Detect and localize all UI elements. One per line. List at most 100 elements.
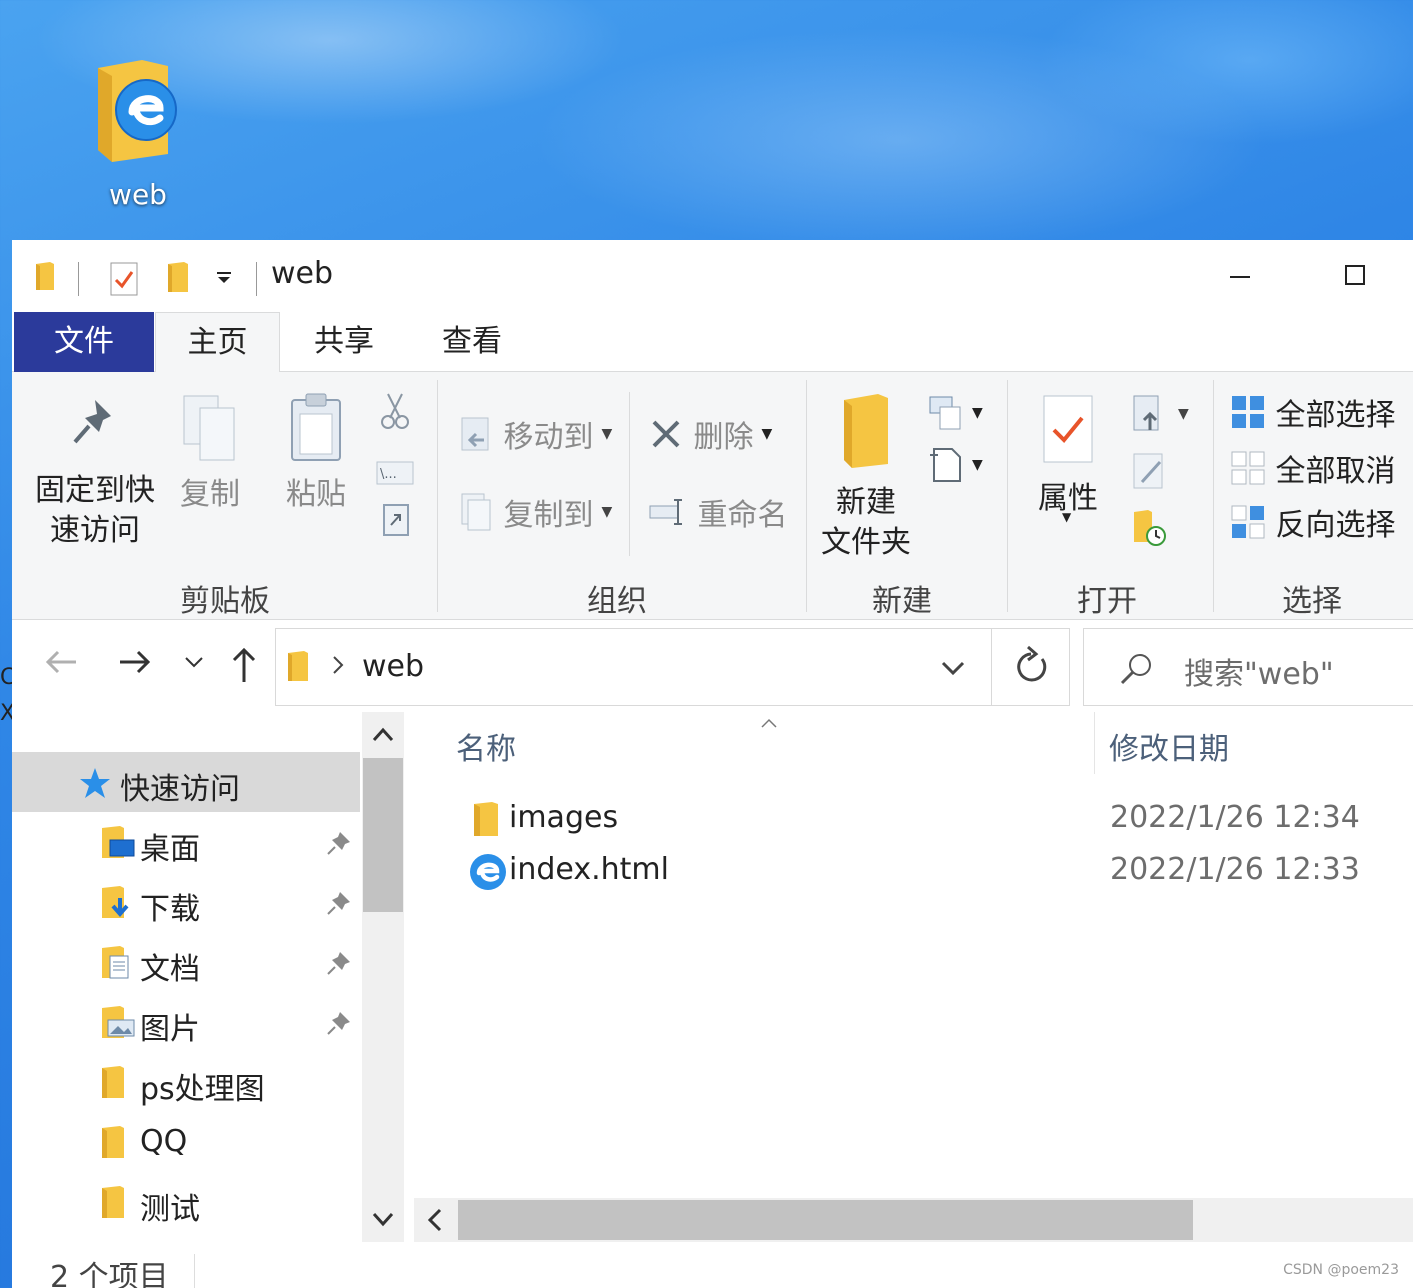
pin-to-quick-access-button[interactable]: 固定到快 速访问: [30, 392, 160, 551]
paste-shortcut-button[interactable]: [382, 500, 410, 537]
column-header-name[interactable]: 名称: [456, 724, 516, 768]
folder-icon: [100, 1124, 130, 1164]
refresh-button[interactable]: [991, 629, 1069, 705]
copy-button[interactable]: 复制: [172, 392, 248, 515]
group-divider: [437, 380, 438, 612]
pictures-folder-icon: [100, 1004, 136, 1044]
pin-icon[interactable]: [326, 950, 352, 980]
sidebar-item-label: ps处理图: [140, 1072, 265, 1107]
watermark: CSDN @poem23: [1283, 1262, 1399, 1278]
paste-button[interactable]: 粘贴: [274, 392, 358, 515]
navigation-pane-scrollbar[interactable]: [362, 712, 404, 1242]
new-item-button[interactable]: ▼: [928, 394, 983, 431]
open-icon: [1133, 395, 1159, 431]
pin-icon[interactable]: [326, 890, 352, 920]
invert-selection-button[interactable]: 反向选择: [1230, 500, 1396, 544]
breadcrumb-web[interactable]: web: [362, 649, 424, 684]
file-row-images[interactable]: images 2022/1/26 12:34: [452, 794, 1392, 846]
file-name: index.html: [509, 852, 669, 887]
back-button[interactable]: [40, 642, 84, 692]
minimize-button[interactable]: [1210, 254, 1270, 298]
sidebar-item-pictures[interactable]: 图片: [12, 992, 360, 1052]
rename-button[interactable]: 重命名: [648, 490, 788, 534]
select-all-button[interactable]: 全部选择: [1230, 390, 1396, 434]
column-header-modified[interactable]: 修改日期: [1109, 724, 1229, 768]
sidebar-item-desktop[interactable]: 桌面: [12, 812, 360, 872]
open-button[interactable]: ▼: [1130, 394, 1189, 434]
item-count: 2 个项目: [50, 1260, 169, 1288]
up-button[interactable]: [222, 642, 266, 692]
scroll-left-icon[interactable]: [424, 1206, 448, 1238]
chevron-down-icon: ▼: [972, 456, 983, 473]
chevron-down-icon[interactable]: ▼: [1062, 510, 1071, 524]
new-folder-icon[interactable]: [166, 260, 190, 298]
sidebar-item-downloads[interactable]: 下载: [12, 872, 360, 932]
customize-quick-access-icon[interactable]: [216, 270, 232, 289]
sidebar-item-test[interactable]: 测试: [12, 1172, 360, 1232]
tab-view[interactable]: 查看: [422, 312, 522, 372]
forward-button[interactable]: [112, 642, 156, 692]
documents-folder-icon: [100, 944, 136, 984]
scrollbar-thumb[interactable]: [363, 758, 403, 912]
refresh-icon: [1017, 645, 1047, 682]
title-bar: web: [12, 240, 1413, 312]
maximize-button[interactable]: [1325, 254, 1385, 298]
history-button[interactable]: [1130, 508, 1170, 548]
file-list-horizontal-scrollbar[interactable]: [414, 1198, 1413, 1242]
chevron-down-icon: ▼: [601, 426, 613, 442]
tab-file[interactable]: 文件: [14, 312, 154, 372]
folder-icon[interactable]: [34, 260, 56, 296]
nav-quick-access[interactable]: 快速访问: [12, 752, 360, 812]
rename-icon: [649, 499, 682, 525]
copy-path-button[interactable]: \...: [376, 454, 414, 489]
file-name: images: [509, 800, 619, 835]
paste-icon: [291, 393, 341, 461]
sidebar-item-documents[interactable]: 文档: [12, 932, 360, 992]
search-box[interactable]: 搜索"web": [1083, 628, 1413, 706]
easy-access-button[interactable]: ▼: [928, 446, 983, 483]
scroll-down-icon[interactable]: [370, 1208, 396, 1236]
delete-button[interactable]: 删除 ▼: [648, 412, 772, 456]
move-to-button[interactable]: 移动到 ▼: [458, 412, 612, 456]
easy-access-icon: [930, 447, 961, 482]
recent-locations-button[interactable]: [172, 642, 216, 692]
desktop-web-folder[interactable]: web: [92, 58, 184, 211]
pin-icon[interactable]: [326, 1010, 352, 1040]
back-arrow-icon: [45, 650, 76, 674]
scroll-up-icon[interactable]: [370, 722, 396, 750]
history-icon: [1134, 510, 1166, 546]
group-divider: [1007, 380, 1008, 612]
chevron-down-icon: [185, 657, 203, 668]
tab-share[interactable]: 共享: [294, 312, 394, 372]
rename-label: 重命名: [697, 498, 788, 533]
file-row-index-html[interactable]: index.html 2022/1/26 12:33: [452, 846, 1392, 898]
tab-home[interactable]: 主页: [155, 312, 280, 373]
folder-icon: [286, 649, 310, 687]
address-history-dropdown[interactable]: [938, 653, 968, 687]
column-divider[interactable]: [1094, 712, 1095, 774]
pin-icon[interactable]: [326, 830, 352, 860]
select-none-button[interactable]: 全部取消: [1230, 446, 1396, 490]
pin-label-line1: 固定到快: [35, 473, 155, 508]
group-divider: [806, 380, 807, 612]
sidebar-item-ps[interactable]: ps处理图: [12, 1052, 360, 1112]
address-bar[interactable]: web: [275, 628, 1070, 706]
move-to-label: 移动到: [503, 420, 594, 455]
new-folder-button[interactable]: 新建 文件夹: [812, 392, 920, 563]
status-divider: [194, 1254, 195, 1288]
forward-arrow-icon: [120, 650, 151, 674]
subgroup-divider: [629, 392, 630, 556]
desktop-folder-icon: [100, 824, 136, 864]
sidebar-item-qq[interactable]: QQ: [12, 1112, 360, 1172]
star-icon: [78, 766, 112, 804]
breadcrumb-chevron-icon[interactable]: [330, 653, 346, 681]
properties-icon[interactable]: [110, 262, 138, 300]
desktop-icon-label: web: [109, 178, 167, 211]
properties-button[interactable]: 属性: [1022, 392, 1114, 519]
cut-button[interactable]: [380, 392, 410, 430]
navigation-pane: 快速访问 桌面 下载 文档 图片 ps处理图 QQ 测试: [12, 712, 404, 1242]
edit-button[interactable]: [1130, 452, 1170, 492]
edge-html-icon: [468, 852, 508, 896]
scrollbar-thumb[interactable]: [458, 1200, 1193, 1240]
copy-to-button[interactable]: 复制到 ▼: [458, 490, 612, 534]
